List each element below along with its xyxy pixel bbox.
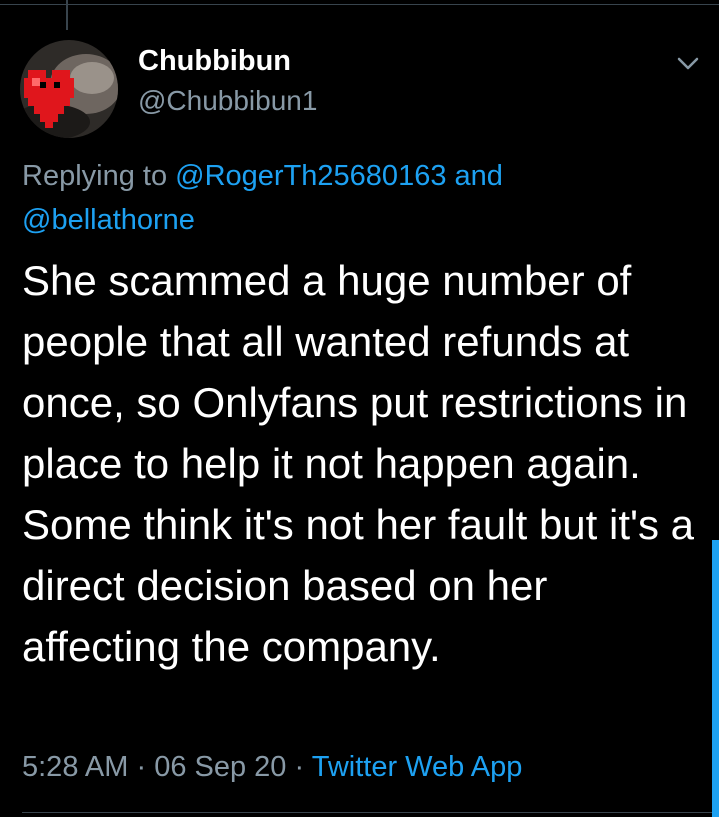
meta-separator: · (294, 751, 305, 783)
and-others-link[interactable]: and (455, 160, 503, 192)
tweet-source-link[interactable]: Twitter Web App (312, 751, 523, 783)
replying-to: Replying to @RogerTh25680163 and @bellat… (22, 154, 702, 242)
chevron-down-icon (677, 57, 699, 70)
thread-connector-line (66, 0, 68, 30)
tweet-text: She scammed a huge number of people that… (22, 257, 695, 670)
mention-link[interactable]: @bellathorne (22, 204, 195, 236)
mention-link[interactable]: @RogerTh25680163 (175, 160, 446, 192)
pixel-heart-avatar-icon (20, 40, 118, 138)
display-name[interactable]: Chubbibun (138, 44, 317, 78)
tweet-meta: 5:28 AM · 06 Sep 20 · Twitter Web App (22, 748, 522, 786)
user-names: Chubbibun @Chubbibun1 (138, 44, 317, 118)
more-options-button[interactable] (670, 50, 706, 78)
bottom-divider (22, 812, 719, 813)
tweet-time[interactable]: 5:28 AM (22, 751, 128, 783)
user-handle[interactable]: @Chubbibun1 (138, 84, 317, 118)
avatar[interactable] (20, 40, 118, 138)
meta-separator: · (136, 751, 147, 783)
tweet-date[interactable]: 06 Sep 20 (154, 751, 286, 783)
top-divider (0, 4, 719, 5)
replying-to-label: Replying to (22, 160, 168, 192)
scrollbar[interactable] (712, 540, 719, 817)
